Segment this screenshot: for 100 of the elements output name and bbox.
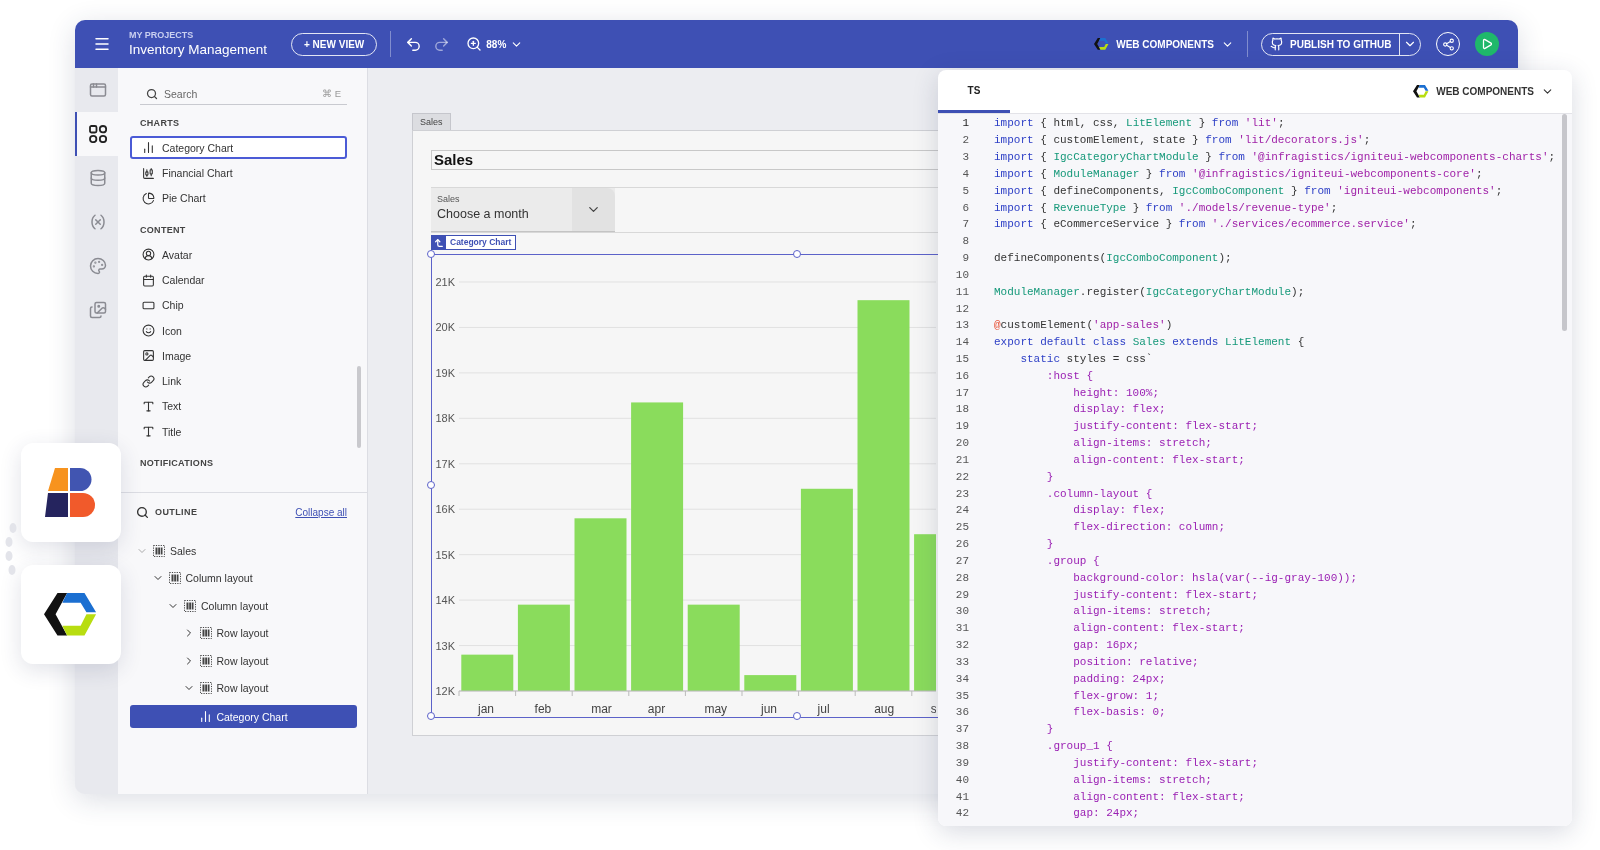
shapes-icon [88,125,107,143]
axis-label: 16K [435,502,455,515]
dots-icon [3,522,17,578]
resize-handle[interactable] [793,249,801,258]
undo-button[interactable] [404,35,423,53]
bar [461,654,514,691]
outline-item[interactable]: Row layout [118,674,347,702]
resize-handle[interactable] [427,249,435,258]
line-number: 18 [954,403,969,416]
axis-label: 14K [435,593,455,606]
line-number: 1 [961,117,969,130]
shortcut-label: ⌘ E [322,88,342,99]
line-number: 29 [954,588,969,601]
month-select[interactable]: Sales Choose a month [431,188,615,232]
code-line: padding: 24px; [1072,672,1166,685]
line-number: 40 [954,773,969,786]
outline-item[interactable]: Row layout [118,619,347,647]
line-number: 12 [954,302,969,315]
code-line: align-content: flex-start; [1072,622,1245,635]
line-number: 20 [954,437,969,450]
component-item[interactable]: Category Chart [130,136,347,160]
line-number: 19 [954,420,969,433]
outline-item[interactable]: Column layout [118,592,347,620]
component-item[interactable]: Image [130,344,347,368]
component-item[interactable]: Pie Chart [130,186,347,210]
code-line: flex-direction: column; [1072,521,1226,534]
code-line: display: flex; [1072,403,1166,416]
component-item[interactable]: Link [130,369,347,393]
code-line: align-items: stretch; [1072,773,1212,786]
outline-item[interactable]: Column layout [118,564,347,592]
images-icon [88,301,107,319]
axis-label: 20K [435,320,455,333]
line-number: 30 [954,605,969,618]
line-number: 31 [954,622,969,635]
line-number: 21 [954,453,969,466]
framework-button[interactable]: WEB COMPONENTS [1094,37,1234,51]
axis-label: apr [647,701,666,716]
component-item[interactable]: Chip [130,293,347,317]
outline-item[interactable]: Sales [118,537,347,565]
line-number: 26 [954,538,969,551]
publish-button[interactable]: PUBLISH TO GITHUB [1262,33,1401,55]
code-line: static styles = css` [1019,353,1153,365]
code-line: import { defineComponents, IgcComboComponent } from 'igniteui-webcomponents'; [994,184,1503,197]
select-parent-icon[interactable] [432,236,446,249]
code-line: .group_1 { [1045,740,1113,753]
code-line: justify-content: flex-start; [1072,420,1259,433]
component-item[interactable]: Icon [130,319,347,342]
redo-button[interactable] [432,35,451,53]
candlestick-icon [142,166,155,180]
zoom-button[interactable]: 88% [466,36,524,52]
axis-label: mar [591,701,612,716]
outline-title: OUTLINE [155,507,198,517]
component-item[interactable]: Avatar [130,243,347,267]
code-line: gap: 16px; [1072,639,1140,652]
user-circle-icon [142,248,155,262]
code-line: :host { [1045,369,1094,382]
line-number: 10 [954,268,969,281]
component-item[interactable]: Financial Chart [130,161,347,185]
run-button[interactable] [1475,32,1499,56]
database-icon [88,169,107,187]
menu-button[interactable] [93,35,111,53]
axis-label: 17K [435,457,455,470]
outline-item[interactable]: Row layout [118,647,347,675]
line-number: 23 [954,487,969,500]
line-number: 42 [954,807,969,820]
code-line: } [1045,470,1054,483]
component-item[interactable]: Title [130,420,347,443]
code-line: justify-content: flex-start; [1072,588,1259,601]
line-number: 37 [954,723,969,736]
line-number: 41 [954,790,969,803]
line-number: 35 [954,689,969,702]
axis-label: s [930,701,936,716]
component-item[interactable]: Text [130,394,347,418]
code-line: @customElement('app-sales') [994,319,1173,332]
axis-label: 15K [435,548,455,561]
redo-icon [432,35,450,53]
line-number: 22 [954,470,969,483]
code-line: align-items: stretch; [1072,437,1212,450]
component-item[interactable]: Calendar [130,268,347,292]
resize-handle[interactable] [793,711,801,720]
line-number: 2 [961,134,969,147]
layout-icon [199,627,212,640]
bar-chart-icon [199,710,213,723]
outline-item[interactable]: Category Chart [130,705,357,728]
share-icon [1441,37,1455,51]
layout-icon [199,682,212,695]
breadcrumb: MY PROJECTS [129,29,195,41]
line-number: 9 [961,252,969,265]
code-line: .group { [1045,554,1100,567]
resize-handle[interactable] [427,711,435,720]
code-line: import { RevenueType } from './models/revenue-type'; [994,201,1338,214]
resize-handle[interactable] [427,480,435,489]
line-number: 33 [954,655,969,668]
layout-icon [184,599,196,612]
framework-button[interactable]: WEB COMPONENTS [1413,70,1554,113]
line-number: 8 [961,235,969,248]
collapse-all-link[interactable]: Collapse all [295,506,347,518]
hexagon-logo [1094,38,1110,50]
code-line: import { html, css, LitElement } from 'lit'; [994,117,1285,130]
search-input[interactable]: Search [164,87,316,100]
